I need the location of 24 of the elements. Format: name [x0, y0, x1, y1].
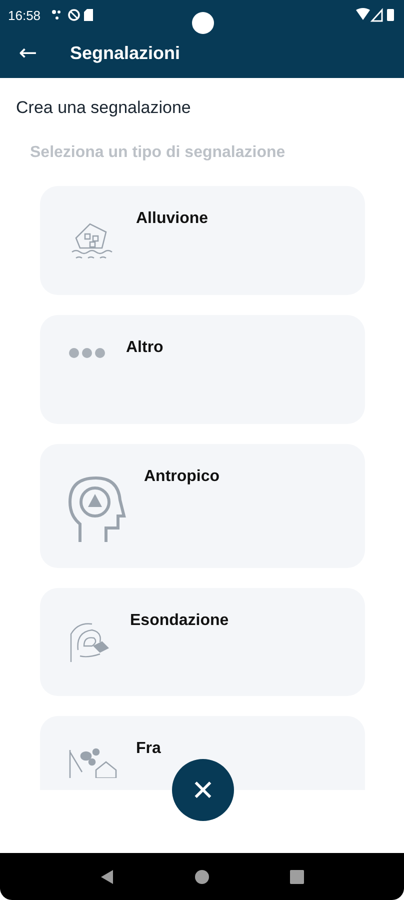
- report-type-card[interactable]: Alluvione: [40, 186, 365, 295]
- report-type-label: Esondazione: [130, 612, 229, 630]
- report-type-label: Altro: [126, 339, 164, 357]
- report-type-card[interactable]: Altro: [40, 315, 365, 424]
- system-status-icons: [356, 8, 396, 22]
- report-type-card[interactable]: Esondazione: [40, 588, 365, 696]
- report-type-card[interactable]: Antropico: [40, 444, 365, 568]
- close-button[interactable]: ✕: [172, 759, 234, 821]
- home-nav-icon[interactable]: [194, 868, 210, 884]
- camera-cutout: [192, 12, 214, 34]
- screen-title: Segnalazioni: [70, 42, 180, 64]
- section-heading: Crea una segnalazione: [16, 98, 192, 118]
- section-subtitle: Seleziona un tipo di segnalazione: [30, 144, 286, 162]
- recents-nav-icon[interactable]: [288, 868, 305, 884]
- ellipsis-icon: [68, 347, 108, 359]
- report-type-label: Alluvione: [136, 210, 208, 228]
- landslide-icon: [68, 748, 118, 778]
- status-time: 16:58: [8, 8, 41, 22]
- report-type-label: Antropico: [144, 468, 220, 486]
- head-warning-icon: [68, 476, 126, 544]
- back-button[interactable]: ←: [0, 40, 56, 66]
- report-type-label: Fra: [136, 740, 161, 758]
- back-nav-icon[interactable]: [99, 868, 116, 884]
- wave-icon: [68, 620, 112, 664]
